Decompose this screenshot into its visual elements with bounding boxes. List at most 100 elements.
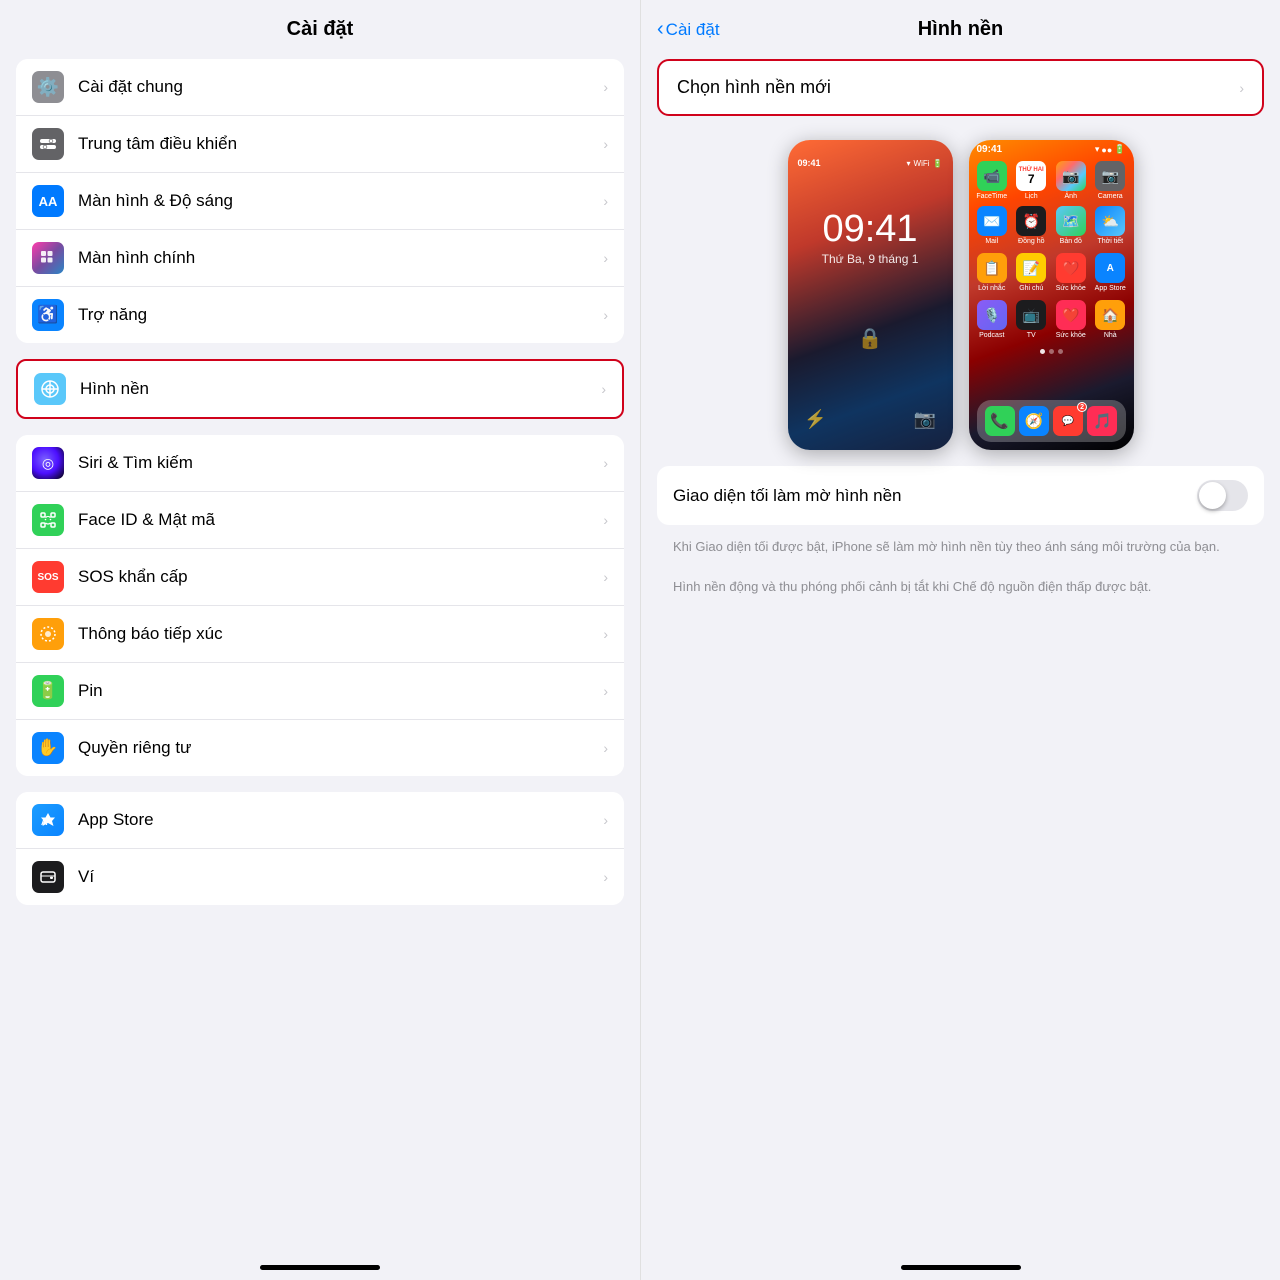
sidebar-item-hinh-nen[interactable]: Hình nền › bbox=[16, 359, 624, 419]
sidebar-item-thong-bao[interactable]: Thông báo tiếp xúc › bbox=[16, 606, 624, 663]
brightness-icon: AA bbox=[32, 185, 64, 217]
sidebar-item-quyen[interactable]: ✋ Quyền riêng tư › bbox=[16, 720, 624, 776]
back-chevron-icon: ‹ bbox=[657, 18, 664, 41]
calendar-icon: THỨ HAI 7 bbox=[1016, 161, 1046, 191]
badge-messages: 2 bbox=[1077, 402, 1087, 412]
lock-icon: 🔒 bbox=[858, 326, 883, 351]
item-label-sos: SOS khẩn cấp bbox=[78, 567, 595, 587]
choose-wallpaper-button[interactable]: Chọn hình nền mới › bbox=[657, 59, 1264, 116]
back-button[interactable]: ‹ Cài đặt bbox=[657, 18, 720, 41]
lock-status-time: 09:41 bbox=[798, 158, 821, 168]
item-label-pin: Pin bbox=[78, 681, 595, 701]
reminders-icon: 📋 bbox=[977, 253, 1007, 283]
highlighted-group: Hình nền › bbox=[16, 359, 624, 419]
app-maps: 🗺️ Bản đồ bbox=[1054, 206, 1089, 245]
dock: 📞 🧭 💬 2 🎵 bbox=[977, 400, 1126, 442]
reminders-label: Lời nhắc bbox=[978, 285, 1005, 292]
chevron-icon-hinh-nen: › bbox=[601, 381, 606, 397]
photos-icon: 📷 bbox=[1056, 161, 1086, 191]
photos-label: Ảnh bbox=[1065, 193, 1077, 200]
toggle-switch[interactable] bbox=[1197, 480, 1248, 511]
sidebar-item-cai-dat-chung[interactable]: ⚙️ Cài đặt chung › bbox=[16, 59, 624, 116]
sidebar-item-pin[interactable]: 🔋 Pin › bbox=[16, 663, 624, 720]
svg-text:A: A bbox=[41, 817, 48, 827]
app-tv: 📺 TV bbox=[1014, 300, 1049, 339]
description-text-1: Khi Giao diện tối được bật, iPhone sẽ là… bbox=[641, 533, 1280, 573]
facetime-label: FaceTime bbox=[976, 193, 1007, 200]
sidebar-item-man-hinh-sang[interactable]: AA Màn hình & Độ sáng › bbox=[16, 173, 624, 230]
app-photos: 📷 Ảnh bbox=[1054, 161, 1089, 200]
flashlight-icon: ⚡ bbox=[804, 409, 826, 430]
home-screen-bg: 09:41 ▾●●🔋 📹 FaceTime THỨ HAI 7 bbox=[969, 140, 1134, 450]
homescreen-icon bbox=[32, 242, 64, 274]
lock-time-display: 09:41 Thứ Ba, 9 tháng 1 bbox=[822, 210, 919, 266]
app-facetime: 📹 FaceTime bbox=[975, 161, 1010, 200]
sidebar-item-vi[interactable]: Ví › bbox=[16, 849, 624, 905]
maps-label: Bản đồ bbox=[1060, 238, 1082, 245]
toggle-icon bbox=[32, 128, 64, 160]
home-app-label: Nhà bbox=[1104, 332, 1117, 339]
app-grid-row2: ✉️ Mail ⏰ Đồng hồ 🗺️ Bản đồ ⛅ Thời tiết bbox=[969, 202, 1134, 249]
heart-icon: ❤️ bbox=[1056, 300, 1086, 330]
camera-app-icon: 📷 bbox=[1095, 161, 1125, 191]
chevron-icon-quyen: › bbox=[603, 740, 608, 756]
left-panel: Cài đặt ⚙️ Cài đặt chung › Trung tâm điề bbox=[0, 0, 640, 1280]
item-label-quyen: Quyền riêng tư bbox=[78, 738, 595, 758]
wallpaper-preview-area: 09:41 ▾ WiFi 🔋 09:41 Thứ Ba, 9 tháng 1 🔒… bbox=[641, 140, 1280, 450]
podcasts-icon: 🎙️ bbox=[977, 300, 1007, 330]
app-weather: ⛅ Thời tiết bbox=[1093, 206, 1128, 245]
sidebar-item-siri[interactable]: ◎ Siri & Tìm kiếm › bbox=[16, 435, 624, 492]
chevron-icon-man-hinh-sang: › bbox=[603, 193, 608, 209]
camera-label: Camera bbox=[1098, 193, 1123, 200]
chevron-icon-tro-nang: › bbox=[603, 307, 608, 323]
app-grid-row4: 🎙️ Podcast 📺 TV ❤️ Sức khỏe 🏠 Nhà bbox=[969, 296, 1134, 343]
item-label-man-hinh-chinh: Màn hình chính bbox=[78, 248, 595, 268]
sidebar-item-man-hinh-chinh[interactable]: Màn hình chính › bbox=[16, 230, 624, 287]
app-clock: ⏰ Đồng hồ bbox=[1014, 206, 1049, 245]
app-calendar: THỨ HAI 7 Lịch bbox=[1014, 161, 1049, 200]
calendar-label: Lịch bbox=[1025, 193, 1038, 200]
chevron-icon-trung-tam: › bbox=[603, 136, 608, 152]
sidebar-item-trung-tam[interactable]: Trung tâm điều khiển › bbox=[16, 116, 624, 173]
sidebar-item-app-store[interactable]: A App Store › bbox=[16, 792, 624, 849]
chevron-icon-face-id: › bbox=[603, 512, 608, 528]
right-panel: ‹ Cài đặt Hình nền Chọn hình nền mới › 0… bbox=[640, 0, 1280, 1280]
app-mail: ✉️ Mail bbox=[975, 206, 1010, 245]
lock-screen-bg: 09:41 ▾ WiFi 🔋 09:41 Thứ Ba, 9 tháng 1 🔒… bbox=[788, 140, 953, 450]
chevron-icon-siri: › bbox=[603, 455, 608, 471]
app-grid-row1: 📹 FaceTime THỨ HAI 7 Lịch 📷 Ảnh bbox=[969, 159, 1134, 202]
faceid-icon bbox=[32, 504, 64, 536]
privacy-icon: ✋ bbox=[32, 732, 64, 764]
camera-icon: 📷 bbox=[914, 409, 936, 430]
app-appstore2: A App Store bbox=[1093, 253, 1128, 292]
chevron-icon-choose: › bbox=[1239, 80, 1244, 96]
tv-icon: 📺 bbox=[1016, 300, 1046, 330]
chevron-icon-pin: › bbox=[603, 683, 608, 699]
dot-active bbox=[1040, 349, 1045, 354]
lock-screen-preview: 09:41 ▾ WiFi 🔋 09:41 Thứ Ba, 9 tháng 1 🔒… bbox=[788, 140, 953, 450]
tv-label: TV bbox=[1027, 332, 1036, 339]
home-status-icons: ▾●●🔋 bbox=[1095, 144, 1126, 155]
home-status-time: 09:41 bbox=[977, 144, 1003, 155]
settings-group-3: ◎ Siri & Tìm kiếm › Face ID & Mật mã › bbox=[16, 435, 624, 776]
wallpaper-icon bbox=[34, 373, 66, 405]
accessibility-icon: ♿ bbox=[32, 299, 64, 331]
item-label-tro-nang: Trợ năng bbox=[78, 305, 595, 325]
right-home-indicator bbox=[901, 1265, 1021, 1270]
right-panel-title: Hình nền bbox=[918, 18, 1004, 41]
health-label: Sức khỏe bbox=[1056, 285, 1086, 292]
mail-icon: ✉️ bbox=[977, 206, 1007, 236]
sidebar-item-sos[interactable]: SOS SOS khẩn cấp › bbox=[16, 549, 624, 606]
dark-mode-toggle-row: Giao diện tối làm mờ hình nền bbox=[657, 466, 1264, 525]
weather-label: Thời tiết bbox=[1097, 238, 1123, 245]
item-label-hinh-nen: Hình nền bbox=[80, 379, 593, 399]
sidebar-item-face-id[interactable]: Face ID & Mật mã › bbox=[16, 492, 624, 549]
app-health: ❤️ Sức khỏe bbox=[1054, 253, 1089, 292]
app-reminders: 📋 Lời nhắc bbox=[975, 253, 1010, 292]
notes-icon: 📝 bbox=[1016, 253, 1046, 283]
chevron-icon-vi: › bbox=[603, 869, 608, 885]
chevron-icon-cai-dat-chung: › bbox=[603, 79, 608, 95]
item-label-app-store: App Store bbox=[78, 810, 595, 830]
sidebar-item-tro-nang[interactable]: ♿ Trợ năng › bbox=[16, 287, 624, 343]
app-podcasts: 🎙️ Podcast bbox=[975, 300, 1010, 339]
